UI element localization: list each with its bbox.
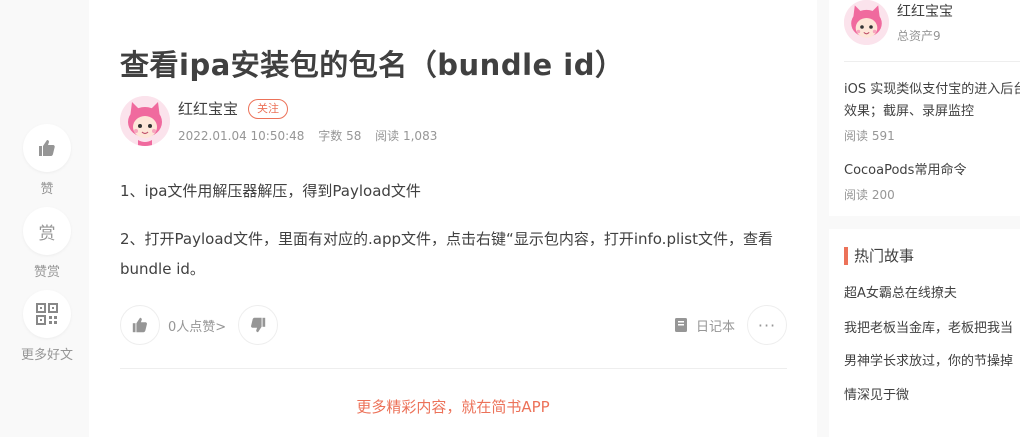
author-name[interactable]: 红红宝宝: [178, 98, 238, 119]
notebook-link[interactable]: 日记本: [674, 316, 735, 335]
article-card: 查看ipa安装包的包名（bundle id） 红红宝宝 关注 2022.01.0…: [89, 0, 817, 437]
hot-story-item[interactable]: 情深见于微: [844, 384, 909, 403]
accent-bar: [844, 246, 848, 265]
hot-story-item[interactable]: 我把老板当金库，老板把我当: [844, 317, 1013, 336]
sidebar-author-info: 红红宝宝 总资产9: [897, 1, 953, 44]
notebook-icon: [674, 318, 687, 332]
author-avatar[interactable]: [120, 96, 170, 146]
sidebar-post[interactable]: iOS 实现类似支付宝的进入后台 效果；截屏、录屏监控 阅读 591: [844, 79, 1020, 144]
follow-button[interactable]: 关注: [248, 98, 289, 119]
app-promo-link[interactable]: 更多精彩内容，就在简书APP: [89, 396, 817, 417]
like-count-link[interactable]: 0人点赞>: [168, 316, 226, 335]
sidebar-post-title-cont[interactable]: 效果；截屏、录屏监控: [844, 101, 1020, 123]
hot-stories-card: 热门故事 超A女霸总在线撩夫 我把老板当金库，老板把我当 男神学长求放过，你的节…: [829, 229, 1020, 437]
article-title: 查看ipa安装包的包名（bundle id）: [120, 48, 625, 82]
article-paragraph: 1、ipa文件用解压器解压，得到Payload文件: [120, 182, 421, 200]
side-like-circle[interactable]: [23, 124, 71, 172]
notebook-label: 日记本: [695, 319, 735, 335]
word-count: 字数 58: [318, 129, 362, 143]
sidebar-post[interactable]: CocoaPods常用命令 阅读 200: [844, 160, 1020, 203]
side-action-bar: 赞 赏 赞赏 更多好文: [18, 124, 76, 373]
author-row: 红红宝宝 关注 2022.01.04 10:50:48 字数 58 阅读 1,0…: [120, 96, 447, 146]
read-count: 阅读 1,083: [375, 129, 438, 143]
thumbs-up-icon: [39, 140, 55, 156]
cartoon-fox-avatar-icon: [844, 0, 889, 45]
sidebar-post-reads: 阅读 591: [844, 129, 895, 143]
thumbs-up-icon: [132, 317, 147, 333]
hot-story-item[interactable]: 超A女霸总在线撩夫: [844, 282, 957, 301]
author-card: 红红宝宝 总资产9 iOS 实现类似支付宝的进入后台 效果；截屏、录屏监控 阅读…: [829, 0, 1020, 216]
divider: [844, 61, 1020, 62]
publish-date: 2022.01.04 10:50:48: [178, 129, 305, 143]
side-more-circle[interactable]: [23, 290, 71, 338]
side-reward-button[interactable]: 赏 赞赏: [18, 207, 76, 280]
more-dots-icon: ···: [757, 315, 777, 335]
side-like-button[interactable]: 赞: [18, 124, 76, 197]
reward-glyph: 赏: [38, 223, 56, 244]
sidebar-author-assets: 总资产9: [897, 29, 941, 43]
hot-stories-header: 热门故事: [844, 245, 914, 266]
cartoon-fox-avatar-icon: [120, 96, 170, 146]
article-meta: 2022.01.04 10:50:48 字数 58 阅读 1,083: [178, 127, 447, 144]
like-button[interactable]: [120, 305, 160, 345]
more-options-button[interactable]: ···: [747, 305, 787, 345]
thumbs-down-icon: [251, 317, 266, 333]
side-like-label: 赞: [40, 182, 54, 197]
hot-story-item[interactable]: 男神学长求放过，你的节操掉: [844, 350, 1013, 369]
like-count-label: 0人点赞: [168, 319, 216, 335]
side-more-label: 更多好文: [20, 348, 73, 363]
chevron-right-icon: >: [215, 319, 227, 335]
side-reward-label: 赞赏: [33, 265, 60, 280]
author-info: 红红宝宝 关注 2022.01.04 10:50:48 字数 58 阅读 1,0…: [178, 98, 447, 144]
hot-stories-title: 热门故事: [854, 247, 915, 265]
qr-code-icon: [36, 303, 58, 325]
divider: [120, 368, 787, 369]
sidebar-post-reads: 阅读 200: [844, 188, 895, 202]
article-body: 1、ipa文件用解压器解压，得到Payload文件 2、打开Payload文件，…: [120, 176, 790, 302]
sidebar-post-title[interactable]: CocoaPods常用命令: [844, 160, 1020, 182]
sidebar-post-title[interactable]: iOS 实现类似支付宝的进入后台: [844, 79, 1020, 101]
dislike-button[interactable]: [238, 305, 279, 345]
article-paragraph: 2、打开Payload文件，里面有对应的.app文件，点击右键“显示包内容，打开…: [120, 230, 774, 278]
sidebar-author-avatar[interactable]: [844, 0, 889, 45]
sidebar-author-name[interactable]: 红红宝宝: [897, 1, 953, 21]
side-more-button[interactable]: 更多好文: [18, 290, 76, 363]
reward-icon[interactable]: 赏: [23, 207, 71, 255]
author-line: 红红宝宝 关注: [178, 98, 447, 119]
sidebar-author[interactable]: 红红宝宝 总资产9: [844, 0, 953, 45]
article-actions: 0人点赞> 日记本 ···: [120, 305, 787, 345]
